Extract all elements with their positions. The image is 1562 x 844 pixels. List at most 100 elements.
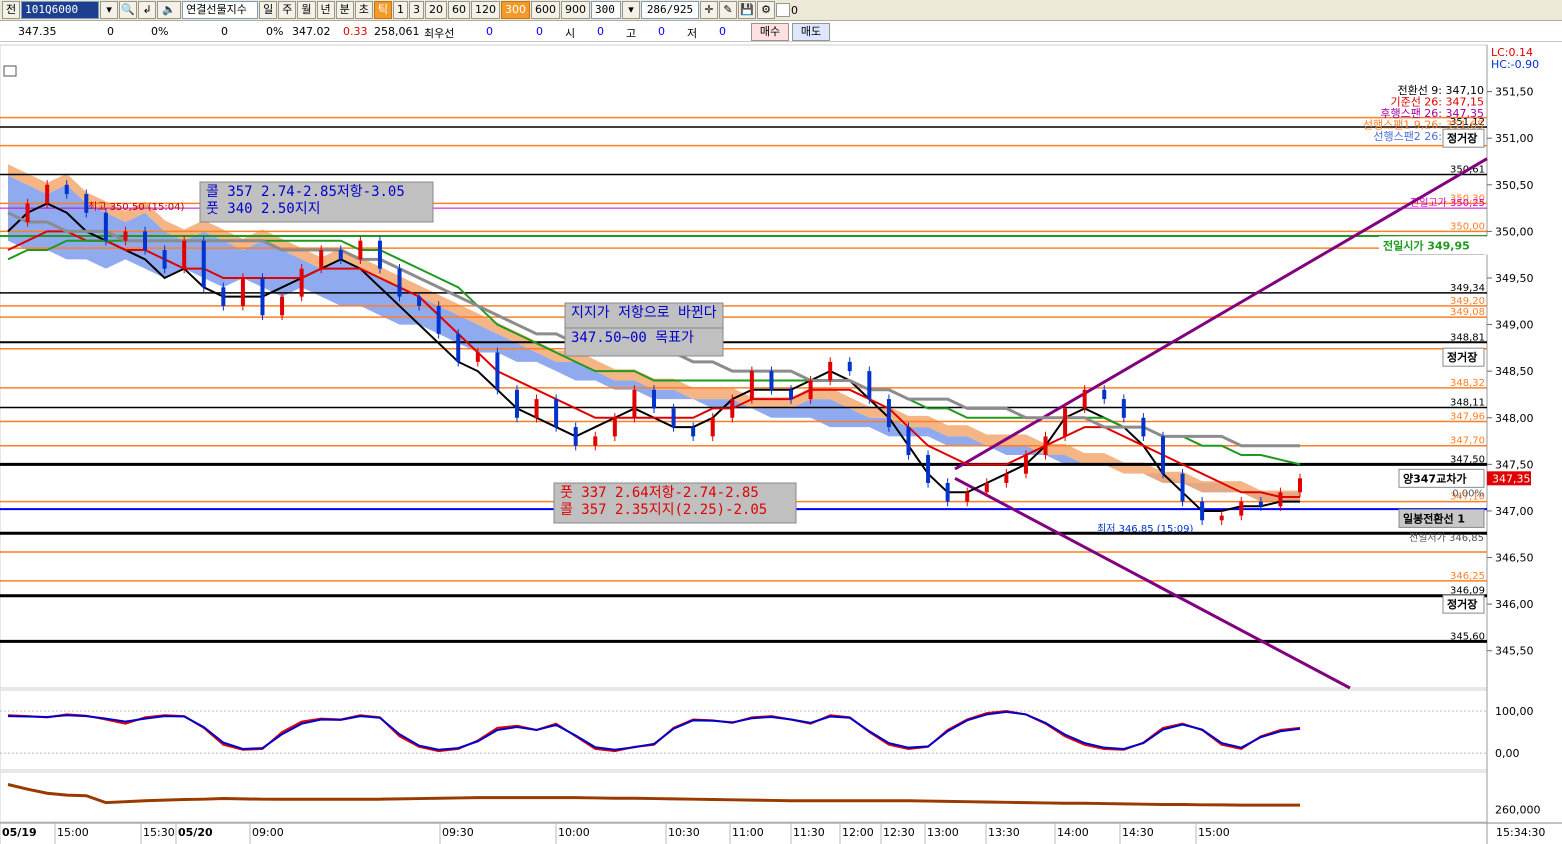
level-label-23: 346,25 [1450, 571, 1485, 582]
right-tag-0: 정거장 [1447, 131, 1477, 145]
candle-body [260, 277, 265, 316]
x-label-13: 13:30 [988, 826, 1020, 839]
right-tag-6: 정거장 [1447, 597, 1477, 611]
level-label-15: 348,11 [1450, 398, 1485, 409]
candle-body [45, 184, 50, 204]
candle-body [221, 287, 226, 306]
candle-body [280, 296, 285, 316]
candle-body [1004, 473, 1009, 483]
candle-body [514, 389, 519, 418]
candle-body [319, 250, 324, 269]
candle-body [436, 305, 441, 334]
candle-body [25, 203, 30, 223]
candle-body [417, 296, 422, 306]
y-tick-label-1: 351,00 [1495, 132, 1534, 145]
x-label-8: 11:00 [732, 826, 764, 839]
x-label-6: 10:00 [558, 826, 590, 839]
x-label-14: 14:00 [1057, 826, 1089, 839]
x-label-2: 15:30 [143, 826, 175, 839]
right-tag-2: 전일시가 349,95 [1383, 238, 1470, 252]
candle-body [730, 399, 735, 418]
candle-body [554, 399, 559, 428]
y-tick-label-5: 349,00 [1495, 319, 1534, 332]
candle-body [867, 371, 872, 400]
candle-body [632, 389, 637, 418]
candle-body [475, 352, 480, 362]
level-label-16: 347,96 [1450, 411, 1485, 422]
y-tick-label-2: 350,50 [1495, 179, 1534, 192]
right-extra-label-1: 전일저가 346,85 [1409, 532, 1484, 544]
x-label-9: 11:30 [793, 826, 825, 839]
candle-body [1278, 492, 1283, 507]
candle-body [299, 268, 304, 297]
x-label-10: 12:00 [842, 826, 874, 839]
candle-body [1043, 436, 1048, 456]
candle-body [182, 240, 187, 269]
level-label-14: 348,32 [1450, 378, 1485, 389]
candle-body [789, 389, 794, 400]
right-extra-label-0: 0,00% [1452, 488, 1484, 499]
candle-body [710, 417, 715, 437]
candle-body [143, 231, 148, 251]
candle-body [1023, 455, 1028, 474]
candle-body [847, 361, 852, 372]
x-label-4: 09:00 [252, 826, 284, 839]
candle-body [1200, 501, 1205, 521]
candle-body [338, 250, 343, 260]
annotation-text-0-0: 콜 357 2.74-2.85저항-3.05 [206, 184, 405, 200]
y-tick-label-4: 349,50 [1495, 272, 1534, 285]
candle-body [808, 380, 813, 400]
chart-window: 전 101Q6000 ▾ 🔍 ↲ 🔈 연결선물지수 일 주 월 년 분 초 틱 … [0, 0, 1562, 844]
x-label-11: 12:30 [883, 826, 915, 839]
y-tick-label-6: 348,50 [1495, 365, 1534, 378]
level-label-17: 347,70 [1450, 436, 1485, 447]
time-label: 15:34:30 [1496, 826, 1545, 839]
oscillator-panel-frame [0, 689, 1488, 771]
x-label-7: 10:30 [668, 826, 700, 839]
right-tag-5: 일봉전환선 1 [1403, 511, 1465, 525]
candle-body [1141, 417, 1146, 437]
candle-body [456, 333, 461, 362]
volume-line-0 [7, 783, 1300, 807]
candle-body [1160, 436, 1165, 474]
high-label: 최고 350,50 (15:04) [88, 201, 184, 213]
candle-body [377, 240, 382, 269]
x-label-16: 15:00 [1198, 826, 1230, 839]
candle-body [749, 371, 754, 400]
chart-menu-icon [3, 65, 17, 77]
candle-body [1258, 501, 1263, 507]
y-tick-label-8: 347,50 [1495, 458, 1534, 471]
hc-label: HC:-0.90 [1491, 58, 1539, 71]
candle-body [1219, 515, 1224, 521]
level-label-9: 349,34 [1450, 283, 1485, 294]
candle-body [886, 399, 891, 428]
main-panel-frame [0, 44, 1488, 689]
y-tick-label-11: 346,00 [1495, 598, 1534, 611]
candle-body [691, 427, 696, 437]
candle-body [671, 408, 676, 428]
candle-body [397, 268, 402, 297]
candle-body [984, 482, 989, 493]
candle-body [652, 389, 656, 409]
x-label-1: 15:00 [57, 826, 89, 839]
candle-body [201, 240, 206, 288]
osc-tick-label-1: 0,00 [1495, 747, 1520, 760]
candle-body [1239, 501, 1244, 516]
candle-body [1298, 478, 1302, 493]
candle-body [162, 250, 167, 269]
osc-tick-label-0: 100,00 [1495, 705, 1534, 718]
y-tick-label-0: 351,50 [1495, 86, 1534, 99]
candle-body [965, 492, 970, 502]
osc-line-1 [7, 710, 1301, 751]
candle-body [495, 352, 500, 390]
level-label-11: 349,08 [1450, 307, 1485, 318]
candle-body [769, 371, 774, 390]
x-label-15: 14:30 [1122, 826, 1154, 839]
candle-body [103, 212, 108, 241]
volume-tick-label-0: 260,000 [1495, 804, 1541, 817]
candle-body [123, 231, 128, 241]
candle-body [358, 240, 363, 260]
annotation-text-3-0: 풋 337 2.64저항-2.74-2.85 [560, 485, 759, 501]
chart-canvas[interactable]: 351,12350,92350,61350,30전일고가 350,25350,0… [0, 0, 1562, 844]
candle-body [64, 184, 69, 195]
